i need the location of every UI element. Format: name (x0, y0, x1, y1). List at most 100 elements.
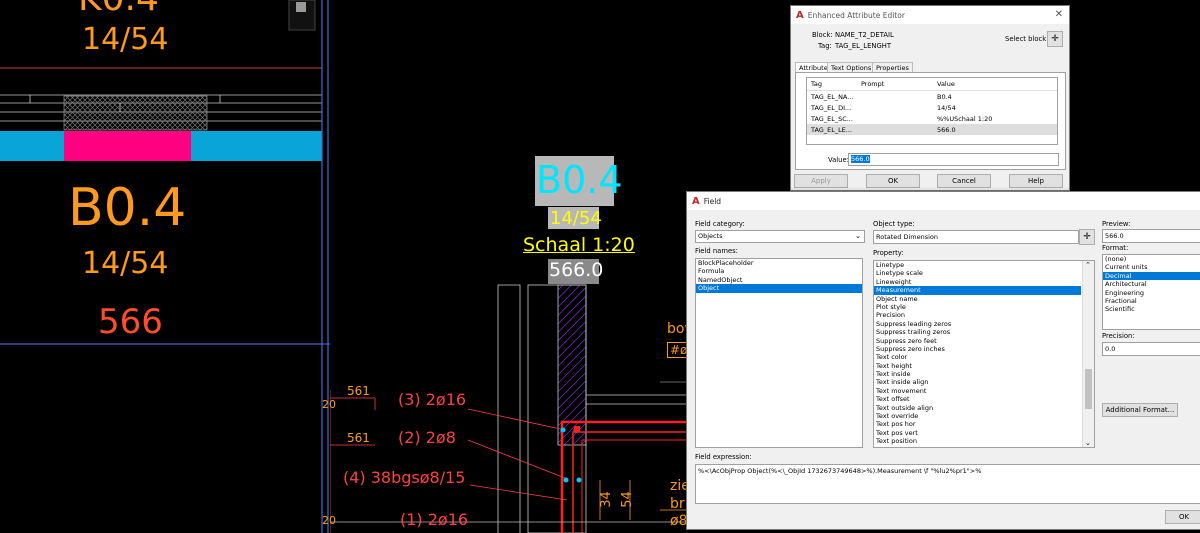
list-item[interactable]: Text inside (874, 370, 1081, 378)
close-icon[interactable]: ✕ (1055, 9, 1063, 20)
list-item[interactable]: Scientific (1103, 305, 1200, 313)
field-ok-button[interactable]: OK (1165, 510, 1200, 524)
block-value: NAME_T2_DETAIL (835, 31, 894, 39)
list-item[interactable]: Linetype (874, 261, 1081, 269)
preview-label: Preview: (1102, 220, 1131, 228)
col-prompt: Prompt (861, 80, 885, 88)
field-category-value: Objects (698, 232, 723, 240)
list-item[interactable]: Formula (696, 267, 862, 275)
list-item[interactable]: Fractional (1103, 297, 1200, 305)
precision-value: 0.0 (1105, 345, 1116, 353)
label-20: 20 (322, 398, 336, 411)
scrollbar-thumb[interactable] (1085, 369, 1092, 409)
field-category-label: Field category: (695, 220, 745, 228)
scroll-up-icon[interactable]: ⌃ (1085, 261, 1091, 269)
list-item[interactable]: Engineering (1103, 289, 1200, 297)
cancel-button[interactable]: Cancel (937, 174, 991, 188)
list-item[interactable]: Current units (1103, 263, 1200, 271)
dim-561-b: 561 (347, 431, 370, 445)
tag-value: TAG_EL_LENGHT (835, 42, 891, 50)
apply-button[interactable]: Apply (794, 174, 848, 188)
attribute-table[interactable]: Tag Prompt Value TAG_EL_NA... B0.4 TAG_EL… (806, 77, 1058, 145)
preview-value: 566.0 (1105, 232, 1124, 240)
attr-editor-title: Enhanced Attribute Editor (807, 10, 905, 20)
field-names-list[interactable]: BlockPlaceholder Formula NamedObject Obj… (695, 258, 863, 448)
list-item[interactable]: (none) (1103, 255, 1200, 263)
autocad-logo-icon: A (796, 9, 804, 21)
list-item[interactable]: BlockPlaceholder (696, 259, 862, 267)
list-item[interactable]: Text position (874, 437, 1081, 445)
list-item[interactable]: Text outside align (874, 404, 1081, 412)
list-item[interactable]: Suppress zero feet (874, 337, 1081, 345)
list-item[interactable]: Text override (874, 412, 1081, 420)
precision-select[interactable]: 0.0 (1102, 342, 1200, 356)
field-dialog-title: Field (703, 196, 722, 206)
list-item[interactable]: Suppress zero inches (874, 345, 1081, 353)
list-item[interactable]: Text inside align (874, 378, 1081, 386)
list-item-selected[interactable]: Decimal (1103, 271, 1200, 281)
attr-editor-titlebar[interactable]: A Enhanced Attribute Editor ✕ (791, 6, 1069, 24)
enhanced-attribute-editor-dialog[interactable]: A Enhanced Attribute Editor ✕ Block: NAM… (790, 5, 1070, 191)
list-item[interactable]: Text color (874, 353, 1081, 361)
tag-fraction[interactable]: 14/54 (550, 208, 602, 229)
select-block-label: Select block (1005, 35, 1047, 43)
tag-length[interactable]: 566.0 (549, 259, 603, 281)
left-fraction: 14/54 (82, 246, 169, 281)
list-item[interactable]: Linetype scale (874, 269, 1081, 277)
list-item[interactable]: NamedObject (696, 276, 862, 284)
list-item[interactable]: Suppress trailing zeros (874, 328, 1081, 336)
format-label: Format: (1102, 244, 1129, 252)
field-dialog-titlebar[interactable]: A Field (687, 192, 1200, 210)
list-item[interactable]: Object name (874, 295, 1081, 303)
table-row[interactable]: TAG_EL_LE... 566.0 (807, 124, 1057, 135)
list-item[interactable]: Text height (874, 362, 1081, 370)
list-item[interactable]: Text pos hor (874, 420, 1081, 428)
autocad-logo-icon: A (692, 195, 700, 207)
list-item[interactable]: Architectural (1103, 280, 1200, 288)
block-label: Block: (812, 31, 833, 39)
ok-button[interactable]: OK (866, 174, 920, 188)
scroll-down-icon[interactable]: ⌄ (1085, 439, 1091, 447)
property-label: Property: (873, 249, 904, 257)
label-br: br (670, 496, 685, 512)
tag-scale[interactable]: Schaal 1:20 (523, 234, 635, 256)
list-item[interactable]: Text offset (874, 395, 1081, 403)
list-item-selected[interactable]: Measurement (874, 286, 1081, 295)
tag-code[interactable]: B0.4 (536, 158, 623, 202)
object-type-label: Object type: (873, 220, 915, 228)
left-length: 566 (98, 302, 163, 342)
field-expression-box[interactable]: %<\AcObjProp Object(%<\_ObjId 1732673749… (695, 464, 1200, 504)
col-value: Value (937, 80, 955, 88)
list-item[interactable]: Precision (874, 311, 1081, 319)
select-object-button[interactable]: ✛ (1079, 229, 1095, 245)
dim-561-a: 561 (347, 384, 370, 398)
list-item[interactable]: Plot style (874, 303, 1081, 311)
precision-label: Precision: (1102, 332, 1135, 340)
list-item[interactable]: Text pos vert (874, 429, 1081, 437)
row-value: 14/54 (937, 103, 956, 112)
field-dialog[interactable]: A Field Field category: Objects ⌄ Field … (686, 191, 1200, 530)
list-item[interactable]: Lineweight (874, 278, 1081, 286)
object-type-value: Rotated Dimension (876, 233, 939, 241)
list-item[interactable]: Text movement (874, 387, 1081, 395)
crosshair-icon: ✛ (1083, 232, 1091, 242)
list-item-selected[interactable]: Object (696, 284, 862, 293)
table-row[interactable]: TAG_EL_NA... B0.4 (807, 91, 1057, 102)
table-row[interactable]: TAG_EL_SC... %%USchaal 1:20 (807, 113, 1057, 124)
property-scrollbar[interactable]: ⌃ ⌄ (1082, 261, 1094, 447)
rebar-label-3: (3) 2ø16 (398, 390, 467, 409)
select-block-button[interactable]: ✛ (1047, 31, 1063, 47)
object-type-field[interactable]: Rotated Dimension (873, 230, 1079, 244)
format-list[interactable]: (none) Current units Decimal Architectur… (1102, 254, 1200, 330)
table-row[interactable]: TAG_EL_DI... 14/54 (807, 102, 1057, 113)
value-input[interactable]: 566.0 (848, 153, 1059, 166)
field-category-select[interactable]: Objects ⌄ (695, 230, 865, 243)
label-o8: ø8 (670, 513, 688, 529)
field-names-label: Field names: (695, 247, 738, 255)
row-tag: TAG_EL_LE... (811, 125, 852, 134)
list-item[interactable]: Suppress leading zeros (874, 320, 1081, 328)
row-value: B0.4 (937, 92, 952, 101)
help-button[interactable]: Help (1009, 174, 1063, 188)
additional-format-button[interactable]: Additional Format... (1102, 403, 1178, 417)
property-list[interactable]: Linetype Linetype scale Lineweight Measurem… (873, 260, 1095, 448)
